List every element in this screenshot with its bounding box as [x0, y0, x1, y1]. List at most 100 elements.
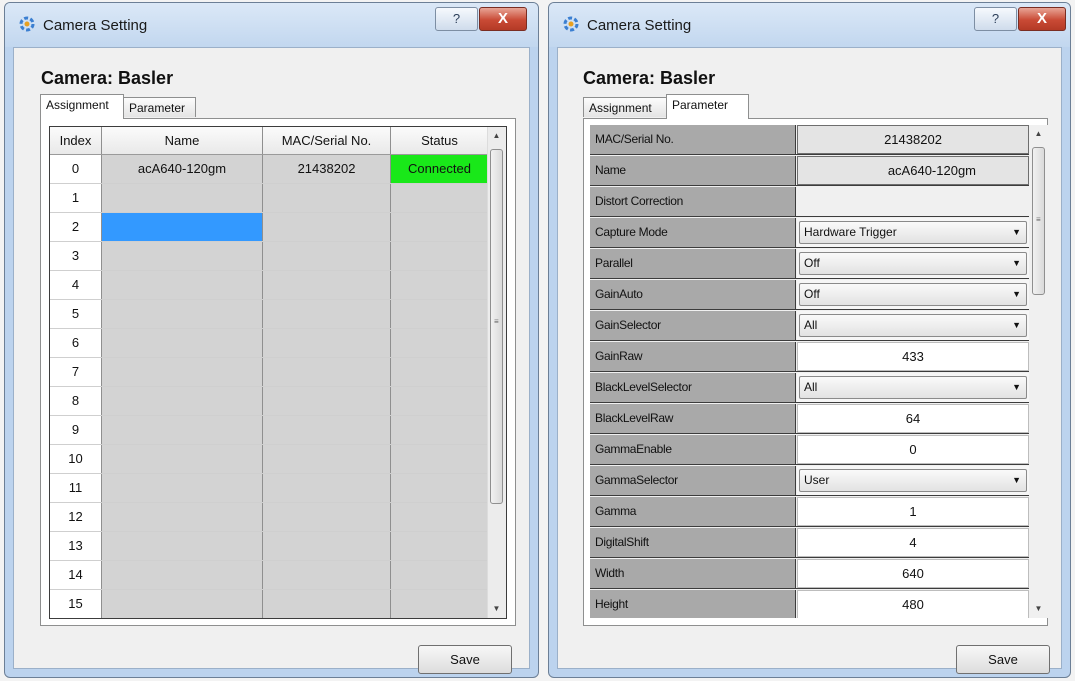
gamma-field[interactable]: 1 — [797, 497, 1029, 526]
digital-shift-field[interactable]: 4 — [797, 528, 1029, 557]
row-name[interactable] — [102, 474, 263, 502]
column-header-name[interactable]: Name — [102, 127, 263, 154]
table-row[interactable]: 12 — [50, 503, 489, 532]
scrollbar-thumb[interactable]: ≡ — [490, 149, 503, 504]
gamma-enable-field[interactable]: 0 — [797, 435, 1029, 464]
row-name[interactable] — [102, 561, 263, 589]
tab-parameter[interactable]: Parameter — [666, 94, 749, 119]
table-row[interactable]: 5 — [50, 300, 489, 329]
tab-parameter[interactable]: Parameter — [123, 97, 196, 117]
param-row-gain-auto[interactable]: GainAuto Off ▼ — [590, 280, 1029, 310]
row-name[interactable] — [102, 271, 263, 299]
row-mac[interactable] — [263, 503, 391, 531]
row-mac[interactable] — [263, 358, 391, 386]
row-name[interactable]: acA640-120gm — [102, 155, 263, 183]
table-row[interactable]: 1 — [50, 184, 489, 213]
table-row[interactable]: 13 — [50, 532, 489, 561]
black-level-selector-dropdown[interactable]: All ▼ — [799, 376, 1027, 399]
height-field[interactable]: 480 — [797, 590, 1029, 618]
row-mac[interactable] — [263, 242, 391, 270]
tab-assignment[interactable]: Assignment — [40, 94, 124, 119]
column-header-index[interactable]: Index — [50, 127, 102, 154]
camera-assignment-grid[interactable]: Index Name MAC/Serial No. Status 0 acA64… — [49, 126, 507, 619]
save-button[interactable]: Save — [418, 645, 512, 674]
scroll-up-arrow-icon[interactable]: ▲ — [1030, 125, 1047, 143]
param-row-capture-mode[interactable]: Capture Mode Hardware Trigger ▼ — [590, 218, 1029, 248]
table-row-selected[interactable]: 2 — [50, 213, 489, 242]
table-row[interactable]: 15 — [50, 590, 489, 618]
gamma-selector-dropdown[interactable]: User ▼ — [799, 469, 1027, 492]
row-name[interactable] — [102, 445, 263, 473]
param-row-gamma-selector[interactable]: GammaSelector User ▼ — [590, 466, 1029, 496]
param-row-height[interactable]: Height 480 — [590, 590, 1029, 618]
param-row-gain-selector[interactable]: GainSelector All ▼ — [590, 311, 1029, 341]
table-row[interactable]: 3 — [50, 242, 489, 271]
row-mac[interactable] — [263, 561, 391, 589]
row-name[interactable] — [102, 416, 263, 444]
table-row[interactable]: 11 — [50, 474, 489, 503]
row-name[interactable] — [102, 358, 263, 386]
grid-vertical-scrollbar[interactable]: ▲ ≡ ▼ — [487, 127, 506, 618]
row-mac[interactable] — [263, 329, 391, 357]
gain-selector-dropdown[interactable]: All ▼ — [799, 314, 1027, 337]
capture-mode-dropdown[interactable]: Hardware Trigger ▼ — [799, 221, 1027, 244]
black-level-raw-field[interactable]: 64 — [797, 404, 1029, 433]
gain-auto-dropdown[interactable]: Off ▼ — [799, 283, 1027, 306]
parallel-dropdown[interactable]: Off ▼ — [799, 252, 1027, 275]
param-row-gain-raw[interactable]: GainRaw 433 — [590, 342, 1029, 372]
parameter-vertical-scrollbar[interactable]: ▲ ≡ ▼ — [1030, 125, 1048, 618]
row-mac[interactable] — [263, 271, 391, 299]
title-bar[interactable]: Camera Setting ? X — [549, 3, 1070, 47]
row-name[interactable] — [102, 242, 263, 270]
close-button[interactable]: X — [1018, 7, 1066, 31]
help-button[interactable]: ? — [974, 7, 1017, 31]
row-name[interactable] — [102, 184, 263, 212]
param-row-black-level-raw[interactable]: BlackLevelRaw 64 — [590, 404, 1029, 434]
table-row[interactable]: 6 — [50, 329, 489, 358]
param-value-distort-correction[interactable] — [797, 187, 1029, 216]
row-mac[interactable]: 21438202 — [263, 155, 391, 183]
width-field[interactable]: 640 — [797, 559, 1029, 588]
row-name[interactable] — [102, 532, 263, 560]
scroll-up-arrow-icon[interactable]: ▲ — [488, 127, 505, 145]
row-name[interactable] — [102, 503, 263, 531]
title-bar[interactable]: Camera Setting ? X — [5, 3, 538, 47]
save-button[interactable]: Save — [956, 645, 1050, 674]
gain-raw-field[interactable]: 433 — [797, 342, 1029, 371]
parameter-grid[interactable]: MAC/Serial No. 21438202 Name acA640-120g… — [590, 125, 1048, 618]
table-row[interactable]: 14 — [50, 561, 489, 590]
row-mac[interactable] — [263, 184, 391, 212]
column-header-mac[interactable]: MAC/Serial No. — [263, 127, 391, 154]
param-row-digital-shift[interactable]: DigitalShift 4 — [590, 528, 1029, 558]
table-row[interactable]: 0 acA640-120gm 21438202 Connected — [50, 155, 489, 184]
row-name[interactable] — [102, 590, 263, 618]
table-row[interactable]: 9 — [50, 416, 489, 445]
table-row[interactable]: 7 — [50, 358, 489, 387]
row-mac[interactable] — [263, 590, 391, 618]
row-name[interactable] — [102, 387, 263, 415]
tab-assignment[interactable]: Assignment — [583, 97, 667, 117]
row-name-selected-cell[interactable] — [102, 213, 263, 241]
param-row-parallel[interactable]: Parallel Off ▼ — [590, 249, 1029, 279]
help-button[interactable]: ? — [435, 7, 478, 31]
row-mac[interactable] — [263, 445, 391, 473]
param-row-black-level-selector[interactable]: BlackLevelSelector All ▼ — [590, 373, 1029, 403]
table-row[interactable]: 4 — [50, 271, 489, 300]
param-row-name[interactable]: Name acA640-120gm — [590, 156, 1029, 186]
scroll-down-arrow-icon[interactable]: ▼ — [488, 600, 505, 618]
row-mac[interactable] — [263, 474, 391, 502]
row-name[interactable] — [102, 329, 263, 357]
row-mac[interactable] — [263, 416, 391, 444]
row-name[interactable] — [102, 300, 263, 328]
table-row[interactable]: 8 — [50, 387, 489, 416]
param-row-width[interactable]: Width 640 — [590, 559, 1029, 589]
scrollbar-thumb[interactable]: ≡ — [1032, 147, 1045, 295]
row-mac[interactable] — [263, 532, 391, 560]
scroll-down-arrow-icon[interactable]: ▼ — [1030, 600, 1047, 618]
param-row-mac[interactable]: MAC/Serial No. 21438202 — [590, 125, 1029, 155]
row-mac[interactable] — [263, 300, 391, 328]
row-mac[interactable] — [263, 387, 391, 415]
param-row-distort-correction[interactable]: Distort Correction — [590, 187, 1029, 217]
param-row-gamma[interactable]: Gamma 1 — [590, 497, 1029, 527]
table-row[interactable]: 10 — [50, 445, 489, 474]
